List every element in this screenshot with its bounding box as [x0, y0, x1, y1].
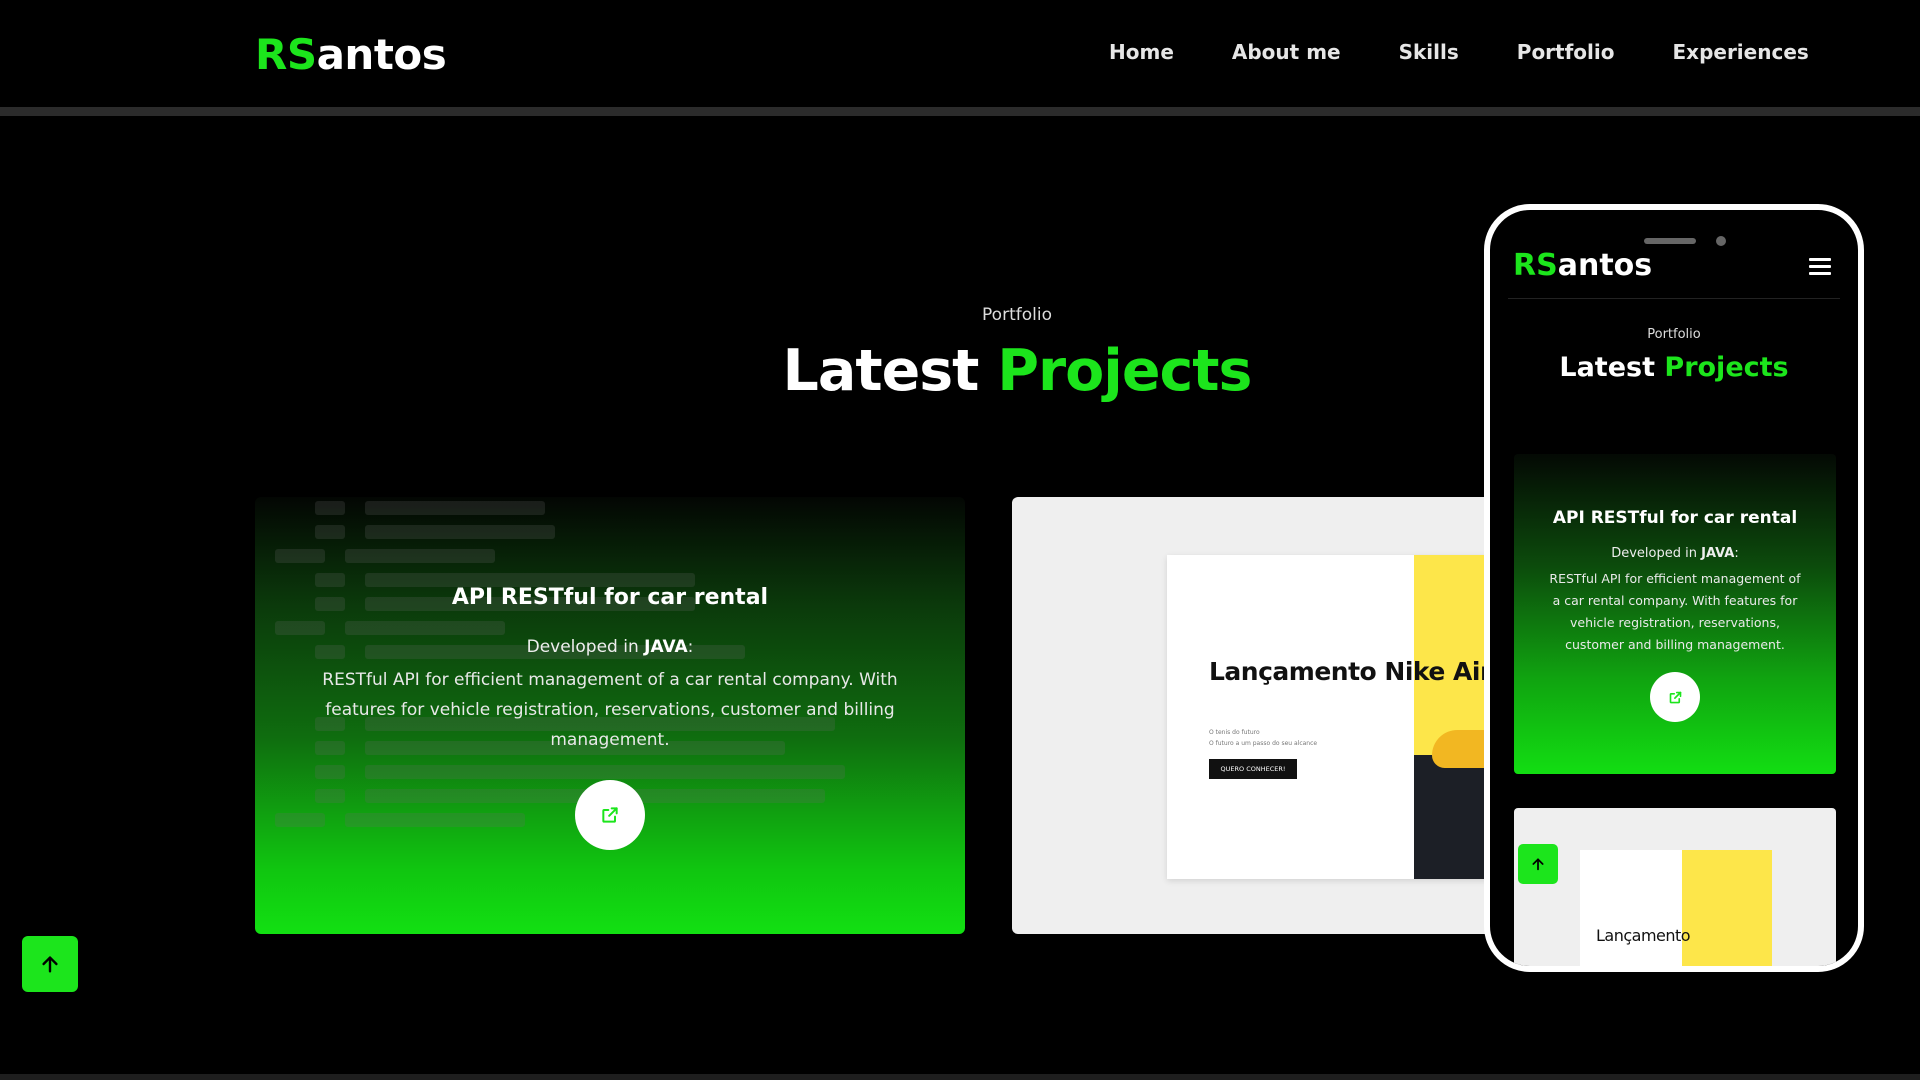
section-title-white: Latest	[782, 338, 998, 404]
external-link-icon	[602, 807, 618, 823]
preview-title: Lançamento Nike Air.	[1209, 657, 1498, 686]
arrow-up-icon	[1532, 858, 1544, 871]
phone-speaker	[1644, 238, 1696, 244]
developed-language: JAVA	[644, 637, 688, 657]
phone-title: Latest Projects	[1490, 352, 1858, 383]
phone-scroll-up-button[interactable]	[1518, 844, 1558, 884]
nav-home[interactable]: Home	[1109, 40, 1174, 64]
nav-about-me[interactable]: About me	[1232, 40, 1341, 64]
phone-card2-text: Lançamento	[1596, 926, 1691, 945]
nav-experiences[interactable]: Experiences	[1673, 40, 1809, 64]
nike-landing-preview: Lançamento Nike Air. O tenis do futuro O …	[1167, 555, 1512, 879]
nav-skills[interactable]: Skills	[1399, 40, 1459, 64]
nav-portfolio[interactable]: Portfolio	[1517, 40, 1615, 64]
project-title: API RESTful for car rental	[451, 585, 769, 610]
project-card-car-rental: API RESTful for car rental Developed in …	[255, 497, 965, 934]
project-description: RESTful API for efficient management of …	[322, 670, 898, 750]
header-divider	[0, 107, 1920, 116]
phone-card-description: RESTful API for efficient management of …	[1549, 571, 1801, 652]
logo-accent: RS	[255, 30, 317, 79]
phone-camera	[1716, 236, 1726, 246]
site-logo[interactable]: RSantos	[255, 30, 447, 79]
phone-mockup: RSantos Portfolio Latest Projects API RE…	[1484, 204, 1864, 972]
phone-card-title: API RESTful for car rental	[1552, 508, 1798, 528]
preview-subtitle: O tenis do futuro O futuro a um passo do …	[1209, 727, 1317, 749]
phone-title-white: Latest	[1559, 352, 1665, 383]
phone-logo-accent: RS	[1513, 248, 1558, 283]
section-title-green: Projects	[997, 338, 1252, 404]
scroll-up-button[interactable]	[22, 936, 78, 992]
hamburger-icon[interactable]	[1809, 258, 1831, 276]
site-header: RSantos Home About me Skills Portfolio E…	[0, 0, 1920, 108]
arrow-up-icon	[42, 956, 58, 973]
phone-card-link-button[interactable]	[1650, 672, 1700, 722]
preview-subtitle-2: O futuro a um passo do seu alcance	[1209, 740, 1318, 747]
phone-card-developed: Developed in JAVA:	[1514, 546, 1836, 561]
phone-logo-rest: antos	[1557, 248, 1653, 283]
project-developed-in: Developed in JAVA:	[255, 637, 965, 657]
preview-subtitle-1: O tenis do futuro	[1209, 729, 1260, 736]
phone-title-green: Projects	[1664, 352, 1789, 383]
phone-dev-prefix: Developed in	[1611, 546, 1702, 561]
developed-suffix: :	[687, 637, 694, 657]
section-divider	[0, 1074, 1920, 1080]
preview-button: QUERO CONHECER!	[1209, 759, 1297, 779]
main-nav: Home About me Skills Portfolio Experienc…	[1109, 40, 1809, 64]
phone-eyebrow: Portfolio	[1647, 327, 1701, 342]
external-link-icon	[1669, 691, 1681, 703]
project-card-nike[interactable]: Lançamento Nike Air. O tenis do futuro O …	[1012, 497, 1512, 934]
phone-dev-suffix: :	[1734, 546, 1739, 561]
phone-dev-lang: JAVA	[1701, 546, 1735, 561]
phone-project-card: API RESTful for car rental Developed in …	[1514, 454, 1836, 774]
project-link-button[interactable]	[575, 780, 645, 850]
logo-rest: antos	[316, 30, 447, 79]
phone-project-card-nike: Lançamento	[1514, 808, 1836, 966]
developed-prefix: Developed in	[526, 637, 645, 657]
phone-logo[interactable]: RSantos	[1513, 248, 1652, 283]
